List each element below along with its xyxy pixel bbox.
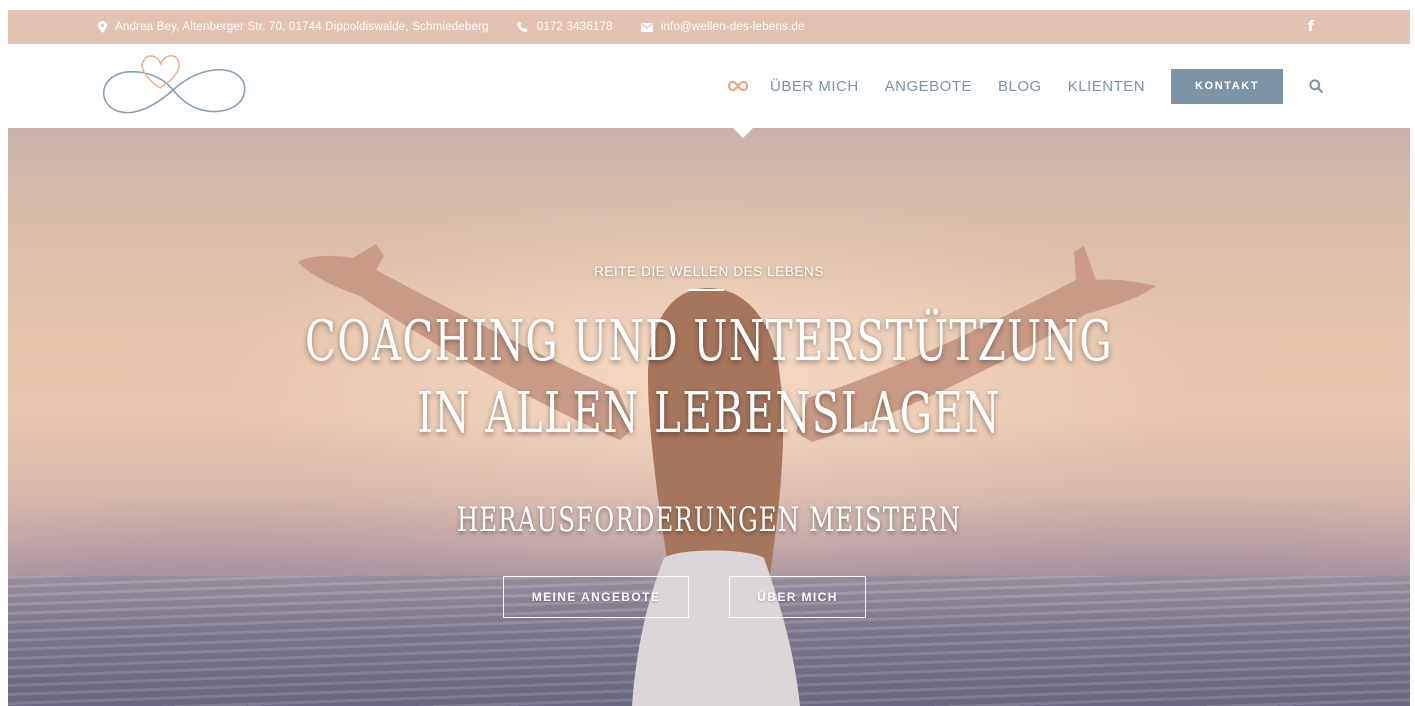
phone-text: 0172 3436178	[536, 21, 613, 33]
ueber-mich-button[interactable]: ÜBER MICH	[729, 576, 866, 618]
logo[interactable]	[98, 50, 248, 122]
search-icon[interactable]	[1309, 79, 1323, 93]
active-nav-indicator	[733, 128, 753, 138]
nav-item-klienten[interactable]: KLIENTEN	[1068, 78, 1145, 95]
address-text: Andrea Bey, Altenberger Str. 70, 01744 D…	[115, 21, 489, 33]
phone-item[interactable]: 0172 3436178	[516, 21, 613, 33]
main-nav: ÜBER MICH ANGEBOTE BLOG KLIENTEN KONTAKT	[728, 44, 1323, 128]
infinity-heart-logo	[103, 55, 246, 114]
phone-icon	[516, 21, 529, 33]
address-item: Andrea Bey, Altenberger Str. 70, 01744 D…	[98, 21, 489, 33]
contact-info: Andrea Bey, Altenberger Str. 70, 01744 D…	[98, 10, 805, 44]
facebook-icon[interactable]: f	[1308, 10, 1314, 44]
email-item[interactable]: info@wellen-des-lebens.de	[640, 21, 805, 33]
email-text: info@wellen-des-lebens.de	[660, 21, 805, 33]
infinity-home-icon[interactable]	[728, 81, 748, 91]
tagline-divider	[688, 289, 724, 291]
top-info-bar: Andrea Bey, Altenberger Str. 70, 01744 D…	[8, 10, 1410, 44]
map-pin-icon	[98, 21, 107, 33]
envelope-icon	[640, 22, 653, 32]
headline-line-2: in allen Lebenslagen	[416, 380, 1002, 446]
nav-item-ueber-mich[interactable]: ÜBER MICH	[770, 78, 859, 95]
kontakt-button[interactable]: KONTAKT	[1171, 68, 1284, 104]
site-header: ÜBER MICH ANGEBOTE BLOG KLIENTEN KONTAKT	[8, 44, 1410, 128]
hero-subheadline: Herausforderungen meistern	[456, 500, 962, 540]
hero-headline: Coaching und Unterstützung in allen Lebe…	[204, 306, 1213, 449]
headline-line-1: Coaching und Unterstützung	[305, 309, 1113, 374]
hero-section: REITE DIE WELLEN DES LEBENS Coaching und…	[8, 128, 1410, 706]
hero-tagline: REITE DIE WELLEN DES LEBENS	[593, 264, 824, 279]
nav-item-blog[interactable]: BLOG	[998, 78, 1042, 95]
page: Andrea Bey, Altenberger Str. 70, 01744 D…	[8, 10, 1410, 706]
meine-angebote-button[interactable]: MEINE ANGEBOTE	[503, 576, 689, 618]
nav-item-angebote[interactable]: ANGEBOTE	[885, 78, 972, 95]
